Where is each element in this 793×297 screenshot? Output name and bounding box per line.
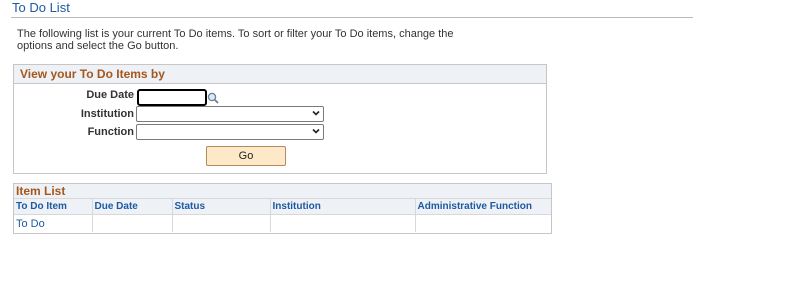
item-list-grid: Item List To Do Item Due Date Status Ins… xyxy=(13,183,552,234)
chevron-down-icon xyxy=(311,125,321,137)
column-header-admin-function[interactable]: Administrative Function xyxy=(415,199,551,215)
institution-select[interactable] xyxy=(136,106,324,122)
due-date-label: Due Date xyxy=(86,89,134,101)
function-label: Function xyxy=(87,126,134,138)
function-select[interactable] xyxy=(136,124,324,140)
column-header-todo-item[interactable]: To Do Item xyxy=(14,199,93,215)
todo-item-cell[interactable]: To Do xyxy=(14,214,93,232)
go-button[interactable]: Go xyxy=(206,146,286,166)
item-list-header: Item List xyxy=(14,184,551,199)
todo-item-link[interactable]: To Do xyxy=(16,218,45,230)
title-divider xyxy=(11,17,693,18)
filter-panel: View your To Do Items by Due Date Instit… xyxy=(13,64,547,174)
page-title: To Do List xyxy=(12,0,70,15)
magnifier-icon[interactable] xyxy=(207,92,219,104)
admin-function-cell xyxy=(415,215,551,233)
status-cell xyxy=(172,214,271,232)
due-date-cell xyxy=(92,214,173,232)
due-date-input[interactable] xyxy=(137,89,207,106)
institution-label: Institution xyxy=(80,108,134,120)
table-row: To Do xyxy=(14,214,551,233)
column-header-status[interactable]: Status xyxy=(172,199,271,215)
chevron-down-icon xyxy=(311,107,321,119)
filter-panel-header: View your To Do Items by xyxy=(14,65,546,84)
table-header-row: To Do Item Due Date Status Institution A… xyxy=(14,199,551,215)
column-header-due-date[interactable]: Due Date xyxy=(92,199,173,215)
item-list-table: To Do Item Due Date Status Institution A… xyxy=(14,199,551,232)
column-header-institution[interactable]: Institution xyxy=(270,199,416,215)
intro-text: The following list is your current To Do… xyxy=(17,28,454,52)
institution-cell xyxy=(270,214,416,232)
